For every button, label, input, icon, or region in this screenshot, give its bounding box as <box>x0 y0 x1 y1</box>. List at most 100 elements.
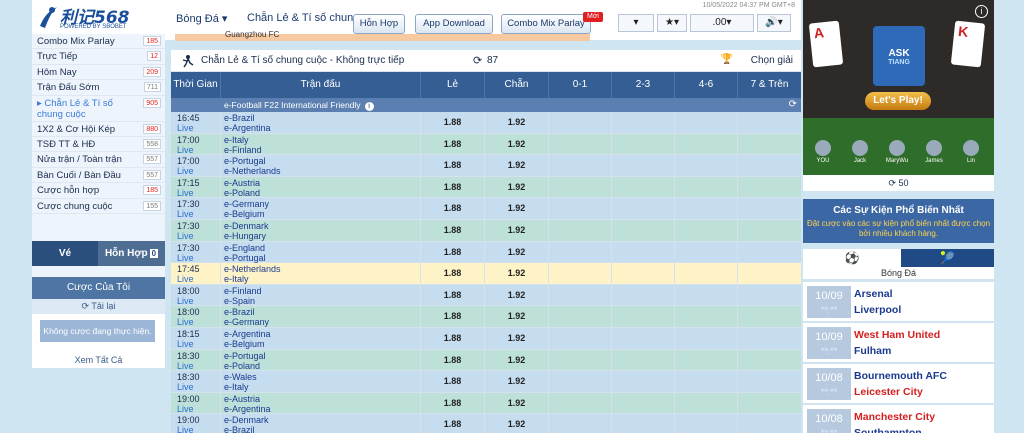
sidebar-item[interactable]: Trận Đấu Sớm 711 <box>32 80 165 96</box>
match-teams[interactable]: e-Portugal e-Poland <box>221 349 421 372</box>
even-price[interactable]: 1.92 <box>485 241 549 264</box>
even-price[interactable]: 1.92 <box>485 155 549 177</box>
even-price[interactable]: 1.92 <box>485 284 549 307</box>
odd-price[interactable]: 1.88 <box>421 220 485 242</box>
sound-dropdown[interactable]: 🔊▾ <box>757 14 791 32</box>
match-teams[interactable]: e-Portugal e-Netherlands <box>221 155 421 177</box>
odd-price[interactable]: 1.88 <box>421 155 485 177</box>
player-avatar <box>889 140 905 156</box>
favorites-dropdown[interactable]: ★▾ <box>657 14 687 32</box>
match-teams[interactable]: e-Argentina e-Belgium <box>221 328 421 350</box>
popular-event[interactable]: 10/09 **:** Arsenal Liverpool <box>803 281 994 321</box>
odd-price[interactable]: 1.88 <box>421 241 485 264</box>
odd-price[interactable]: 1.88 <box>421 176 485 199</box>
cell-0-1 <box>549 349 612 372</box>
even-price[interactable]: 1.92 <box>485 349 549 372</box>
odd-price[interactable]: 1.88 <box>421 414 485 433</box>
sidebar-item[interactable]: Cược chung cuộc 155 <box>32 199 165 214</box>
even-price[interactable]: 1.92 <box>485 371 549 393</box>
sidebar-item[interactable]: 1X2 & Cơ Hội Kép 880 <box>32 122 165 137</box>
cell-7-plus <box>738 220 801 242</box>
sidebar-item[interactable]: Cược hỗn hợp 185 <box>32 183 165 199</box>
odd-price[interactable]: 1.88 <box>421 371 485 393</box>
lets-play-button[interactable]: Let's Play! <box>865 92 931 110</box>
match-teams[interactable]: e-England e-Portugal <box>221 241 421 264</box>
sidebar-item[interactable]: TSĐ TT & HĐ 558 <box>32 137 165 153</box>
match-start: 17:30 <box>177 242 200 253</box>
odd-price[interactable]: 1.88 <box>421 112 485 134</box>
sidebar-item[interactable]: Bàn Cuối / Bàn Đầu 557 <box>32 168 165 184</box>
player-name: James <box>925 158 943 164</box>
nav-bong-da[interactable]: Bóng Đá ▾ <box>176 12 227 25</box>
cell-7-plus <box>738 350 801 372</box>
even-price[interactable]: 1.92 <box>485 133 549 156</box>
tab-soccer[interactable]: ⚽ <box>803 249 901 267</box>
refresh-icon[interactable]: ⟳ <box>473 54 482 67</box>
popular-event[interactable]: 10/09 **:** West Ham United Fulham <box>803 322 994 362</box>
match-teams[interactable]: e-Germany e-Belgium <box>221 198 421 220</box>
event-date-text: 10/08 <box>815 413 843 425</box>
sidebar-item[interactable]: ▸ Chẵn Lẻ & Tí số chung cuộc 905 <box>32 96 165 122</box>
event-home-team: Bournemouth AFC <box>854 370 947 382</box>
left-sidebar: 利记568 POWERED BY SBOBET Combo Mix Parlay… <box>32 0 165 368</box>
odd-price[interactable]: 1.88 <box>421 133 485 156</box>
view-dropdown[interactable]: ▾ <box>618 14 654 32</box>
cell-2-3 <box>612 133 675 156</box>
promo-info-icon[interactable]: i <box>975 5 988 18</box>
tab-hon-hop[interactable]: Hỗn Hợp 0 <box>98 241 165 266</box>
match-teams[interactable]: e-Finland e-Spain <box>221 284 421 307</box>
view-all-link[interactable]: Xem Tất Cả <box>32 355 165 365</box>
sidebar-item-count: 12 <box>147 51 161 62</box>
odd-price[interactable]: 1.88 <box>421 392 485 415</box>
odd-price[interactable]: 1.88 <box>421 306 485 328</box>
cell-4-6 <box>675 112 738 134</box>
table-row: 17:00 Live e-Portugal e-Netherlands 1.88 1.92 <box>171 155 801 177</box>
even-price[interactable]: 1.92 <box>485 306 549 328</box>
even-price[interactable]: 1.92 <box>485 112 549 134</box>
popular-event[interactable]: 10/08 **:** Bournemouth AFC Leicester City <box>803 363 994 403</box>
match-teams[interactable]: e-Denmark e-Hungary <box>221 220 421 242</box>
mix-button[interactable]: Hỗn Hợp <box>353 14 405 34</box>
odds-format-dropdown[interactable]: .00▾ <box>690 14 754 32</box>
match-teams[interactable]: e-Brazil e-Argentina <box>221 112 421 134</box>
sidebar-item[interactable]: Trực Tiếp 12 <box>32 49 165 65</box>
tab-tennis[interactable]: 🎾 <box>901 249 994 267</box>
app-download-button[interactable]: App Download <box>415 14 493 34</box>
match-teams[interactable]: e-Austria e-Argentina <box>221 392 421 415</box>
sidebar-item[interactable]: Nửa trận / Toàn trận 557 <box>32 152 165 168</box>
odd-price[interactable]: 1.88 <box>421 349 485 372</box>
even-price[interactable]: 1.92 <box>485 220 549 242</box>
even-price[interactable]: 1.92 <box>485 328 549 350</box>
sidebar-item[interactable]: Hôm Nay 209 <box>32 65 165 81</box>
match-teams[interactable]: e-Netherlands e-Italy <box>221 263 421 285</box>
match-teams[interactable]: e-Denmark e-Brazil <box>221 414 421 433</box>
even-price[interactable]: 1.92 <box>485 414 549 433</box>
even-price[interactable]: 1.92 <box>485 263 549 285</box>
combo-mix-parlay-button[interactable]: Combo Mix Parlay <box>501 14 591 34</box>
select-league-button[interactable]: Chọn giải <box>751 55 793 66</box>
odd-price[interactable]: 1.88 <box>421 284 485 307</box>
match-teams[interactable]: e-Italy e-Finland <box>221 133 421 156</box>
cell-4-6 <box>675 414 738 433</box>
league-row[interactable]: e-Football F22 International Friendly i ⟳ <box>171 98 801 112</box>
reload-button[interactable]: ⟳ Tải lại <box>32 299 165 314</box>
nav-chan-le[interactable]: Chẵn Lẻ & Tí số chung c <box>247 12 368 24</box>
sidebar-item[interactable]: Combo Mix Parlay 185 <box>32 34 165 50</box>
league-refresh-icon[interactable]: ⟳ <box>789 98 797 112</box>
match-teams[interactable]: e-Austria e-Poland <box>221 176 421 199</box>
cell-4-6 <box>675 198 738 220</box>
popular-event[interactable]: 10/08 **:** Manchester City Southampton <box>803 404 994 433</box>
promo-banner[interactable]: A K ASK TIANG i Let's Play! YOU Jack MaryWu… <box>803 0 994 175</box>
tab-ve[interactable]: Vé <box>32 241 98 266</box>
brand-logo[interactable]: 利记568 POWERED BY SBOBET <box>32 0 165 34</box>
match-teams[interactable]: e-Brazil e-Germany <box>221 306 421 328</box>
odd-price[interactable]: 1.88 <box>421 198 485 220</box>
table-row: 18:15 Live e-Argentina e-Belgium 1.88 1.92 <box>171 328 801 350</box>
even-price[interactable]: 1.92 <box>485 392 549 415</box>
info-icon[interactable]: i <box>364 102 374 111</box>
odd-price[interactable]: 1.88 <box>421 263 485 285</box>
odd-price[interactable]: 1.88 <box>421 328 485 350</box>
even-price[interactable]: 1.92 <box>485 176 549 199</box>
even-price[interactable]: 1.92 <box>485 198 549 220</box>
match-teams[interactable]: e-Wales e-Italy <box>221 371 421 393</box>
